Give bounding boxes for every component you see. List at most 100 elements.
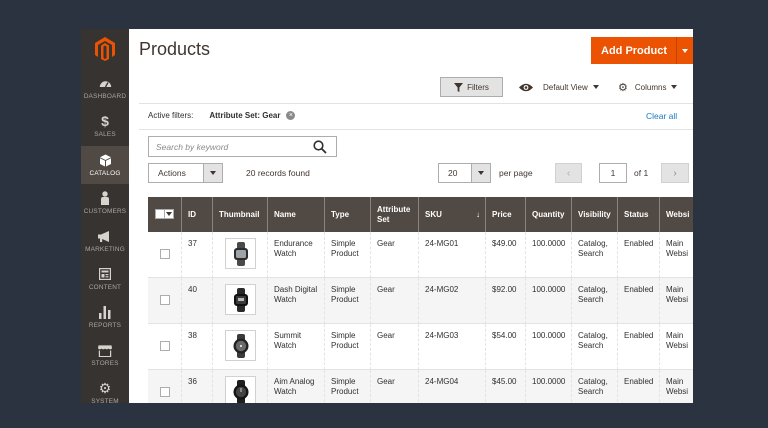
- cell-visibility: Catalog, Search: [572, 232, 618, 278]
- sidebar-item-reports[interactable]: REPORTS: [81, 298, 129, 336]
- magento-logo-icon: [95, 37, 115, 61]
- sidebar-item-content[interactable]: CONTENT: [81, 260, 129, 298]
- mass-select-toggle[interactable]: [165, 209, 174, 219]
- next-page-button[interactable]: ›: [661, 163, 689, 183]
- dashboard-icon: [98, 76, 112, 90]
- column-header-status[interactable]: Status: [618, 197, 660, 232]
- thumbnail-cell: [213, 232, 268, 278]
- add-product-dropdown-toggle[interactable]: [676, 37, 693, 64]
- thumbnail-cell: [213, 370, 268, 403]
- per-page-label: per page: [499, 168, 533, 178]
- page-count: of 1: [634, 168, 649, 178]
- chevron-down-icon: [210, 171, 217, 175]
- eye-icon: [519, 83, 533, 91]
- product-thumbnail[interactable]: [225, 284, 256, 315]
- add-product-button[interactable]: Add Product: [591, 37, 693, 64]
- table-row[interactable]: 40 Dash Digital Watch Simple Product Gear 24…: [148, 278, 693, 324]
- cell-qty: 100.0000: [526, 232, 572, 278]
- cell-id: 36: [182, 370, 213, 403]
- table-row[interactable]: 38 Summit Watch Simple Product Gear 24-MG03 $…: [148, 324, 693, 370]
- previous-page-button[interactable]: ‹: [555, 163, 582, 183]
- funnel-icon: [454, 82, 464, 92]
- sidebar-item-label: REPORTS: [88, 322, 122, 329]
- chevron-left-icon: ‹: [566, 167, 571, 179]
- column-header-quantity[interactable]: Quantity: [526, 197, 572, 232]
- cell-name: Summit Watch: [268, 324, 325, 370]
- sidebar-item-catalog[interactable]: CATALOG: [81, 146, 129, 184]
- sidebar-item-marketing[interactable]: MARKETING: [81, 222, 129, 260]
- clear-all-link[interactable]: Clear all: [646, 111, 677, 121]
- cell-price: $49.00: [486, 232, 526, 278]
- search-input[interactable]: Search by keyword: [148, 136, 337, 157]
- page-number-input[interactable]: 1: [599, 163, 627, 183]
- grid-header: ID Thumbnail Name Type Attribute Set SKU…: [148, 197, 693, 232]
- remove-filter-icon[interactable]: ×: [286, 111, 296, 120]
- columns-selector[interactable]: ⚙ Columns: [618, 79, 678, 95]
- sidebar-item-label: DASHBOARD: [83, 93, 127, 100]
- cell-attr: Gear: [371, 324, 419, 370]
- divider: [139, 103, 693, 104]
- dollar-icon: $: [101, 113, 109, 129]
- cell-status: Enabled: [618, 232, 660, 278]
- sidebar-item-customers[interactable]: CUSTOMERS: [81, 184, 129, 222]
- cell-attr: Gear: [371, 232, 419, 278]
- chevron-down-icon: [478, 171, 485, 175]
- megaphone-icon: [98, 229, 112, 243]
- cell-status: Enabled: [618, 370, 660, 403]
- actions-toggle[interactable]: [203, 164, 222, 182]
- mass-select-control[interactable]: [155, 209, 175, 219]
- filters-button[interactable]: Filters: [440, 77, 503, 97]
- per-page-toggle[interactable]: [471, 164, 490, 182]
- column-header-id[interactable]: ID: [182, 197, 213, 232]
- row-checkbox[interactable]: [160, 387, 170, 397]
- cell-visibility: Catalog, Search: [572, 324, 618, 370]
- column-header-websites[interactable]: Websi: [660, 197, 693, 232]
- chevron-down-icon: [592, 85, 599, 89]
- table-row[interactable]: 36 Aim Analog Watch Simple Product Gear 24-M…: [148, 370, 693, 403]
- cube-icon: [98, 153, 112, 167]
- product-thumbnail[interactable]: [225, 376, 256, 403]
- search-placeholder: Search by keyword: [156, 141, 229, 152]
- cell-sku: 24-MG03: [419, 324, 486, 370]
- row-select-cell: [148, 324, 182, 370]
- column-header-sku[interactable]: SKU ↓: [419, 197, 486, 232]
- column-header-name[interactable]: Name: [268, 197, 325, 232]
- sidebar-item-stores[interactable]: STORES: [81, 336, 129, 374]
- cell-name: Dash Digital Watch: [268, 278, 325, 324]
- row-checkbox[interactable]: [160, 341, 170, 351]
- sidebar-item-label: SYSTEM: [91, 398, 119, 403]
- cell-status: Enabled: [618, 324, 660, 370]
- product-thumbnail[interactable]: [225, 330, 256, 361]
- column-header-sku-label: SKU: [425, 209, 442, 219]
- sidebar-item-system[interactable]: ⚙ SYSTEM: [81, 374, 129, 403]
- product-thumbnail[interactable]: [225, 238, 256, 269]
- table-row[interactable]: 37 Endurance Watch Simple Product Gear 24-MG…: [148, 232, 693, 278]
- cell-website: Main Websi: [666, 239, 689, 259]
- view-selector[interactable]: Default View: [519, 79, 599, 95]
- magento-logo[interactable]: [81, 29, 129, 69]
- cell-name: Endurance Watch: [268, 232, 325, 278]
- header-mass-select[interactable]: [148, 197, 182, 232]
- cell-type: Simple Product: [325, 370, 371, 403]
- chevron-right-icon: ›: [673, 167, 677, 179]
- search-icon[interactable]: [313, 140, 327, 154]
- sidebar-item-sales[interactable]: $ SALES: [81, 107, 129, 145]
- sort-down-icon: ↓: [476, 210, 480, 219]
- store-icon: [98, 343, 112, 357]
- cell-type: Simple Product: [325, 324, 371, 370]
- sidebar-item-label: MARKETING: [85, 246, 125, 253]
- filters-label: Filters: [467, 82, 489, 92]
- sidebar-item-dashboard[interactable]: DASHBOARD: [81, 69, 129, 107]
- select-all-checkbox[interactable]: [155, 209, 165, 219]
- column-header-attribute-set[interactable]: Attribute Set: [371, 197, 419, 232]
- cell-website: Main Websi: [666, 331, 689, 351]
- column-header-type[interactable]: Type: [325, 197, 371, 232]
- cell-visibility: Catalog, Search: [572, 370, 618, 403]
- actions-dropdown[interactable]: Actions: [148, 163, 223, 183]
- cell-type: Simple Product: [325, 232, 371, 278]
- row-checkbox[interactable]: [160, 295, 170, 305]
- column-header-price[interactable]: Price: [486, 197, 526, 232]
- per-page-select[interactable]: 20: [438, 163, 491, 183]
- row-checkbox[interactable]: [160, 249, 170, 259]
- column-header-visibility[interactable]: Visibility: [572, 197, 618, 232]
